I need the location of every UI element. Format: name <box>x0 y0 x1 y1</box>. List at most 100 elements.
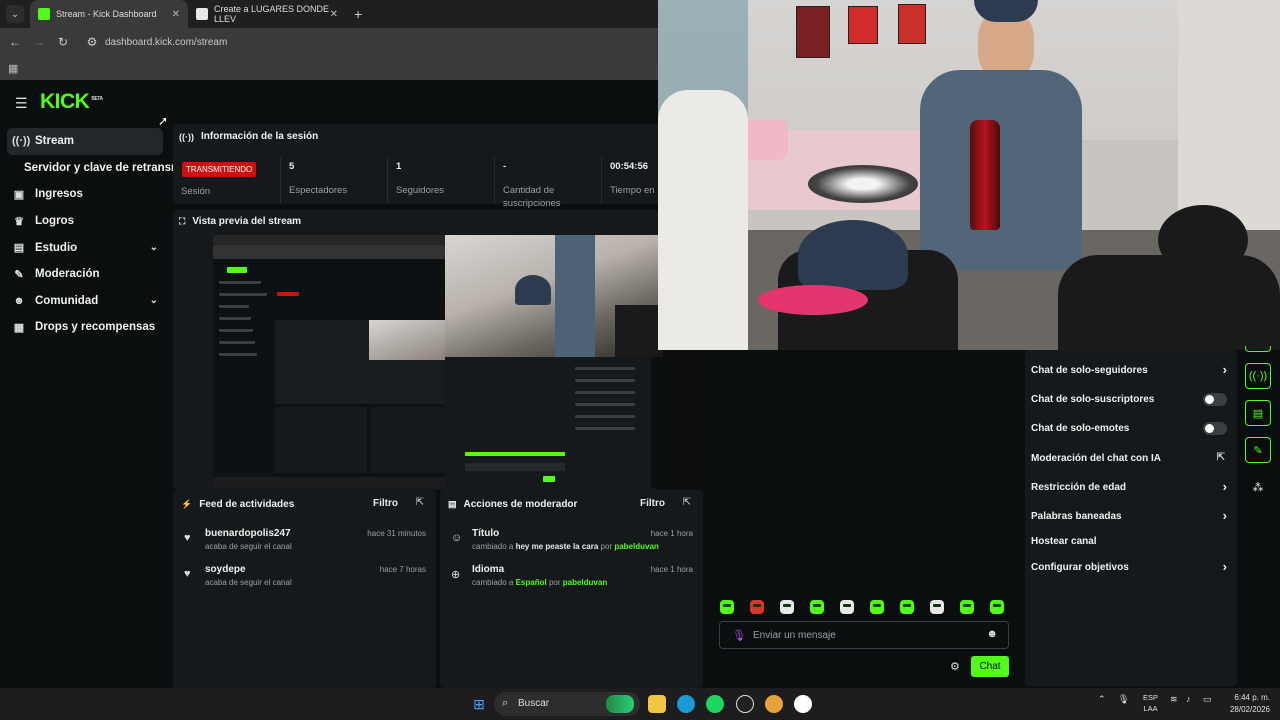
preview-webcam <box>445 235 663 357</box>
community-button[interactable]: ⁂ <box>1245 474 1271 500</box>
kick-favicon-icon <box>38 8 50 20</box>
emoji-icon[interactable]: ☻ <box>986 628 998 640</box>
apps-grid-icon[interactable]: ▦ <box>8 62 18 75</box>
language-indicator[interactable]: ESP LAA <box>1143 692 1158 714</box>
sidebar-item-estudio[interactable]: ▤ Estudio ⌄ <box>0 234 170 261</box>
sidebar-item-stream[interactable]: ((·)) Stream <box>7 128 163 155</box>
emote-icon[interactable] <box>810 600 824 614</box>
kick-logo[interactable]: KICK BETA <box>40 90 103 114</box>
stream-preview-card: ⛶ Vista previa del stream <box>173 210 663 490</box>
close-tab-icon[interactable]: ✕ <box>330 9 338 20</box>
emote-icon[interactable] <box>990 600 1004 614</box>
chrome-icon[interactable] <box>765 695 783 713</box>
tab-create[interactable]: Create a LUGARES DONDE LLEV ✕ <box>188 0 346 28</box>
activity-feed-header: ⚡ Feed de actividades Filtro ⇱ <box>173 490 436 518</box>
tray-overflow-icon[interactable]: ⌃ <box>1098 694 1106 705</box>
mod-title: ▤ Acciones de moderador <box>448 499 577 510</box>
sidebar-item-logros[interactable]: ♛ Logros <box>0 208 170 235</box>
mod-desc-user[interactable]: pabelduvan <box>614 542 658 551</box>
new-tab-button[interactable]: + <box>354 6 362 22</box>
back-icon[interactable]: ← <box>3 35 27 49</box>
gear-icon[interactable]: ⚙ <box>950 660 960 673</box>
setting-configure-goals[interactable]: Configurar objetivos › <box>1031 559 1227 579</box>
setting-emotes-only[interactable]: Chat de solo-emotes <box>1031 420 1227 440</box>
emote-icon[interactable] <box>780 600 794 614</box>
microphone-tray-icon[interactable]: 🎙 <box>1118 694 1129 705</box>
setting-followers-only[interactable]: Chat de solo-seguidores › <box>1031 362 1227 382</box>
sidebar-item-moderacion[interactable]: ✎ Moderación <box>0 261 170 288</box>
subscribers-only-toggle[interactable] <box>1203 393 1227 406</box>
clock-time: 6:44 p. m. <box>1234 693 1270 702</box>
stat-label-line2: suscripciones <box>503 198 561 209</box>
setting-age-restriction[interactable]: Restricción de edad › <box>1031 479 1227 499</box>
taskbar-search[interactable]: ⌕ Buscar <box>494 692 640 716</box>
file-explorer-icon[interactable] <box>648 695 666 713</box>
chat-send-button[interactable]: Chat <box>971 656 1009 677</box>
popout-icon[interactable]: ⇱ <box>683 497 691 508</box>
url-field[interactable]: dashboard.kick.com/stream <box>105 37 227 48</box>
menu-icon[interactable]: ☰ <box>15 95 28 112</box>
feed-item: ♥ buenardopolis247 acaba de seguir el ca… <box>181 528 426 562</box>
app-icon[interactable] <box>736 695 754 713</box>
stream-preview-video[interactable] <box>213 235 663 488</box>
poster-image <box>898 4 926 44</box>
feed-item-user[interactable]: buenardopolis247 <box>205 528 291 539</box>
sidebar-item-comunidad[interactable]: ☻ Comunidad ⌄ <box>0 288 170 315</box>
reload-icon[interactable]: ↻ <box>51 35 75 49</box>
mod-filter-button[interactable]: Filtro <box>640 498 665 509</box>
sidebar-item-server-key[interactable]: Servidor y clave de retransm <box>0 155 181 182</box>
setting-subscribers-only[interactable]: Chat de solo-suscriptores <box>1031 391 1227 411</box>
chevron-down-icon[interactable]: ⌄ <box>150 295 158 306</box>
emote-icon[interactable] <box>720 600 734 614</box>
tab-search-icon[interactable]: ⌄ <box>6 5 24 23</box>
system-clock[interactable]: 6:44 p. m. 28/02/2026 <box>1230 692 1270 716</box>
preview-icon: ⛶ <box>179 216 186 226</box>
sidebar-item-drops[interactable]: ▦ Drops y recompensas <box>0 314 170 341</box>
site-info-icon[interactable]: ⚙ <box>80 35 104 49</box>
popout-icon[interactable]: ⇱ <box>416 497 424 508</box>
setting-ai-moderation[interactable]: Moderación del chat con IA ⇱ <box>1031 450 1227 470</box>
chevron-down-icon[interactable]: ⌄ <box>150 242 158 253</box>
feed-item-time: hace 31 minutos <box>367 529 426 538</box>
feed-filter-button[interactable]: Filtro <box>373 498 398 509</box>
battery-icon[interactable]: ▭ <box>1203 694 1212 705</box>
emote-icon[interactable] <box>900 600 914 614</box>
broadcast-button[interactable]: ((·)) <box>1245 363 1271 389</box>
sidebar-item-label: Ingresos <box>35 188 83 201</box>
sidebar-item-ingresos[interactable]: ▣ Ingresos <box>0 181 170 208</box>
close-tab-icon[interactable]: ✕ <box>172 9 180 20</box>
mod-desc-user[interactable]: pabelduvan <box>563 578 607 587</box>
edge-icon[interactable] <box>677 695 695 713</box>
emote-icon[interactable] <box>840 600 854 614</box>
setting-host-channel[interactable]: Hostear canal <box>1031 533 1227 553</box>
mod-item-desc: cambiado a hey me peaste la cara por pab… <box>472 542 659 551</box>
print-button[interactable]: ▤ <box>1245 400 1271 426</box>
emotes-only-toggle[interactable] <box>1203 422 1227 435</box>
volume-icon[interactable]: ♪ <box>1186 694 1191 704</box>
spotify-icon[interactable] <box>706 695 724 713</box>
forward-icon[interactable]: → <box>27 35 51 49</box>
emote-icon[interactable] <box>870 600 884 614</box>
mod-item: ⊕ Idioma cambiado a Español por pabelduv… <box>448 564 693 598</box>
lang-line1: ESP <box>1143 693 1159 702</box>
stat-value: 00:54:56 <box>610 161 649 172</box>
emote-icon[interactable] <box>960 600 974 614</box>
toolbar-button-partial[interactable] <box>1245 346 1271 352</box>
windows-start-icon[interactable]: ⊞ <box>470 695 488 713</box>
tab-kick-dashboard[interactable]: Stream - Kick Dashboard ✕ <box>30 0 188 28</box>
activity-feed-panel: ⚡ Feed de actividades Filtro ⇱ ♥ buenard… <box>173 490 436 688</box>
emote-icon[interactable] <box>930 600 944 614</box>
obs-icon[interactable] <box>794 695 812 713</box>
chat-input[interactable]: 🎙 Enviar un mensaje ☻ <box>719 621 1009 649</box>
sidebar-item-label: Comunidad <box>35 294 99 307</box>
feed-item: ♥ soydepe acaba de seguir el canal hace … <box>181 564 426 598</box>
emote-icon[interactable] <box>750 600 764 614</box>
moderation-button[interactable]: ✎ <box>1245 437 1271 463</box>
document-icon: ▤ <box>448 499 457 509</box>
wifi-icon[interactable]: ≋ <box>1170 694 1178 705</box>
chevron-right-icon: › <box>1222 362 1227 377</box>
feed-item-time: hace 7 horas <box>379 565 426 574</box>
feed-item-user[interactable]: soydepe <box>205 564 246 575</box>
setting-banned-words[interactable]: Palabras baneadas › <box>1031 508 1227 528</box>
microphone-icon[interactable]: 🎙 <box>732 629 746 642</box>
